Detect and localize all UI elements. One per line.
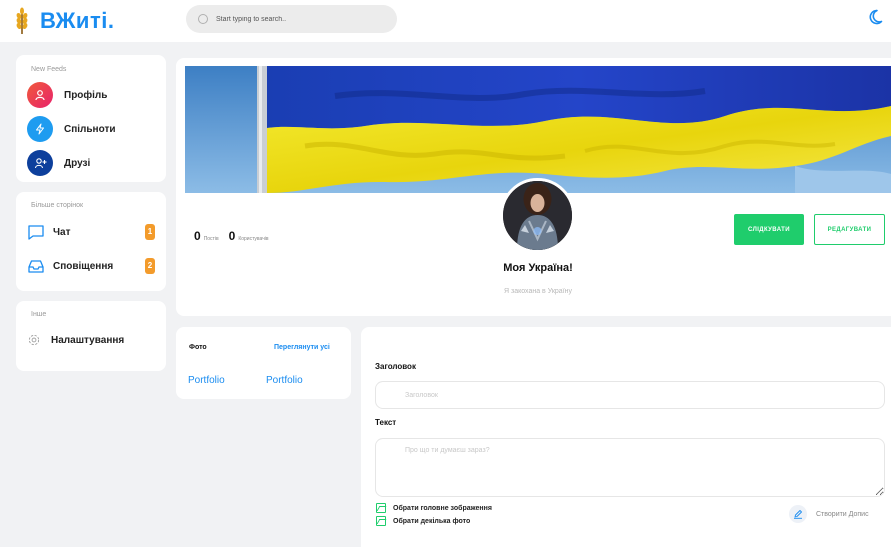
post-title-input[interactable]	[375, 381, 885, 409]
sidebar-item-settings[interactable]: Налаштування	[27, 330, 124, 350]
photos-title: Фото	[189, 344, 207, 351]
sidebar-section-title: Інше	[31, 311, 47, 318]
users-label: Користувачів	[238, 236, 269, 242]
profile-bio: Я закохана в Україну	[503, 288, 573, 295]
users-count: 0	[228, 229, 236, 243]
sidebar-item-chat[interactable]: Чат	[27, 222, 71, 242]
posts-label: Постів	[203, 236, 219, 242]
create-post-button[interactable]: Створити Допис	[789, 505, 869, 523]
sidebar-other-card: Інше Налаштування	[16, 301, 166, 371]
photo-item[interactable]: Portfolio	[266, 375, 303, 386]
user-plus-icon	[27, 150, 53, 176]
choose-main-image-label: Обрати головне зображення	[393, 504, 492, 512]
sidebar-section-title: Більше сторінок	[31, 202, 84, 209]
create-post-card: Заголовок Текст Обрати головне зображенн…	[361, 327, 891, 547]
image-icon	[376, 503, 386, 513]
post-text-input[interactable]	[375, 438, 885, 497]
sidebar-item-label: Друзі	[64, 157, 91, 169]
chat-icon	[28, 225, 44, 240]
choose-multiple-photos-button[interactable]: Обрати декілька фото	[376, 516, 470, 526]
follow-button[interactable]: СЛІДКУВАТИ	[734, 214, 804, 245]
avatar[interactable]	[500, 178, 575, 253]
cover-image	[185, 66, 891, 193]
search-icon	[198, 14, 208, 24]
sidebar-pages-card: Більше сторінок Чат 1 Сповіщення 2	[16, 192, 166, 291]
inbox-icon	[28, 260, 44, 273]
choose-multiple-photos-label: Обрати декілька фото	[393, 517, 471, 525]
sidebar-item-label: Профіль	[64, 89, 108, 101]
notification-badge: 2	[145, 258, 155, 274]
sidebar-item-friends[interactable]: Друзі	[27, 150, 90, 176]
moon-icon[interactable]	[869, 8, 887, 26]
image-icon	[376, 516, 386, 526]
sidebar-feeds-card: New Feeds Профіль Спільноти Друзі	[16, 55, 166, 182]
sidebar-item-profile[interactable]: Профіль	[27, 82, 107, 108]
sidebar-item-notifications[interactable]: Сповіщення	[27, 256, 113, 276]
top-bar: ВЖиті.	[0, 0, 891, 42]
profile-card: 0 Постів 0 Користувачів Моя Україна! Я з…	[176, 58, 891, 316]
choose-main-image-button[interactable]: Обрати головне зображення	[376, 503, 492, 513]
logo-text[interactable]: ВЖиті.	[40, 8, 114, 34]
pencil-icon	[789, 505, 807, 523]
sidebar-item-label: Сповіщення	[53, 260, 114, 272]
view-all-link[interactable]: Переглянути усі	[274, 344, 330, 351]
text-label: Текст	[375, 418, 397, 427]
posts-count: 0	[194, 229, 201, 243]
sidebar-section-title: New Feeds	[31, 66, 67, 73]
search-input[interactable]	[216, 15, 386, 23]
sidebar-item-label: Налаштування	[51, 334, 125, 346]
profile-stats: 0 Постів 0 Користувачів	[194, 229, 279, 243]
search-bar[interactable]	[186, 5, 397, 33]
bolt-icon	[27, 116, 53, 142]
title-label: Заголовок	[375, 362, 416, 371]
create-post-label: Створити Допис	[816, 510, 869, 518]
photo-item[interactable]: Portfolio	[188, 375, 225, 386]
edit-profile-button[interactable]: РЕДАГУВАТИ	[814, 214, 885, 245]
profile-name: Моя Україна!	[503, 262, 573, 274]
sidebar-item-label: Спільноти	[64, 123, 116, 135]
sidebar-item-label: Чат	[53, 226, 71, 238]
user-icon	[27, 82, 53, 108]
photos-card: Фото Переглянути усі Portfolio Portfolio	[176, 327, 351, 399]
notification-badge: 1	[145, 224, 155, 240]
sidebar-item-communities[interactable]: Спільноти	[27, 116, 115, 142]
wheat-logo-icon[interactable]	[13, 7, 31, 35]
gear-icon	[28, 334, 40, 346]
